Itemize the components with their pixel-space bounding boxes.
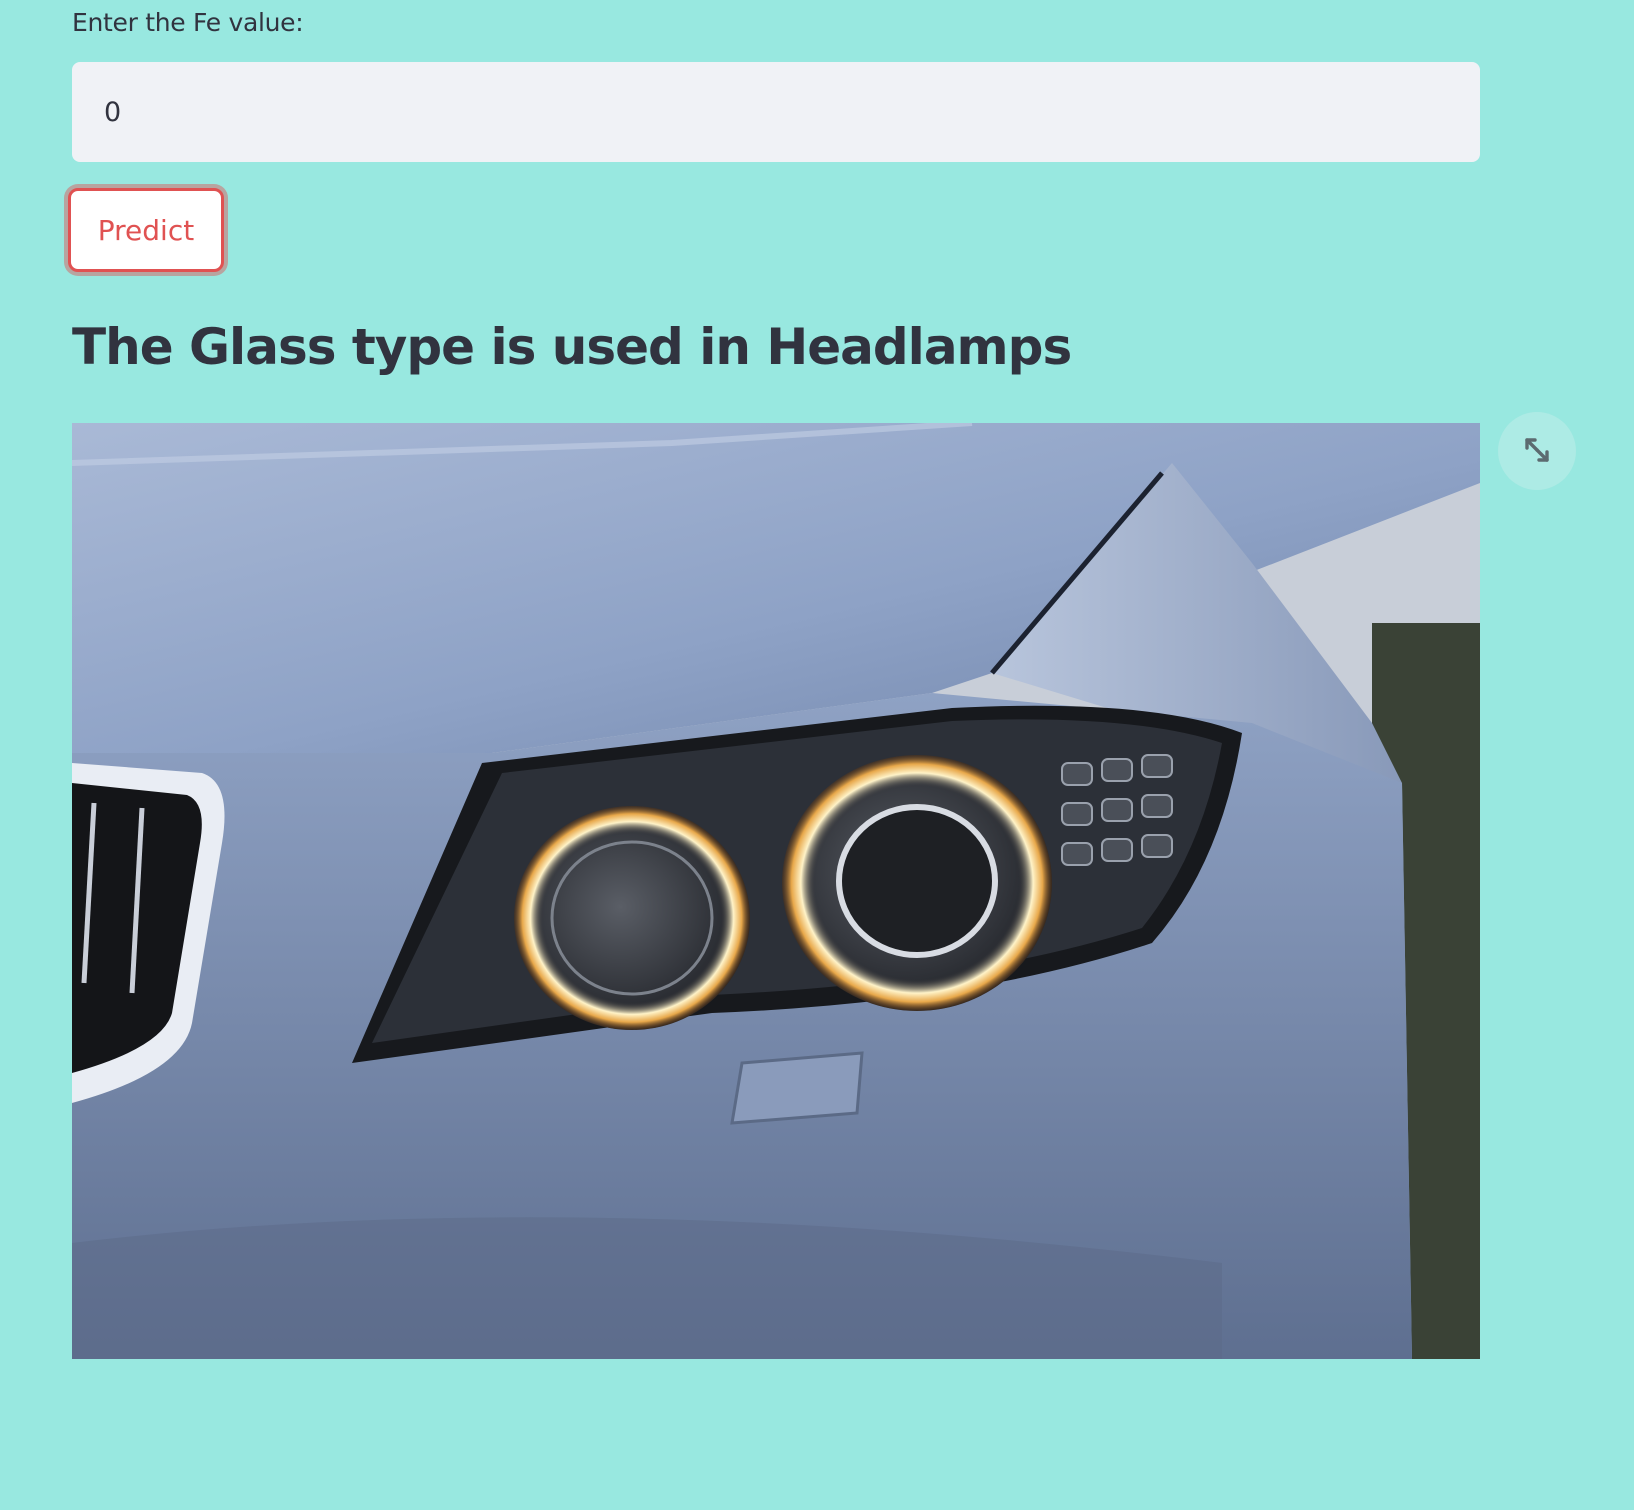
fe-number-input[interactable]: [72, 62, 1480, 162]
expand-icon: [1522, 435, 1552, 468]
fullscreen-button[interactable]: [1498, 412, 1576, 490]
fe-input-label: Enter the Fe value:: [72, 8, 304, 37]
result-heading: The Glass type is used in Headlamps: [72, 318, 1072, 376]
predict-button[interactable]: Predict: [68, 188, 224, 272]
headlamp-image: [72, 423, 1480, 1359]
